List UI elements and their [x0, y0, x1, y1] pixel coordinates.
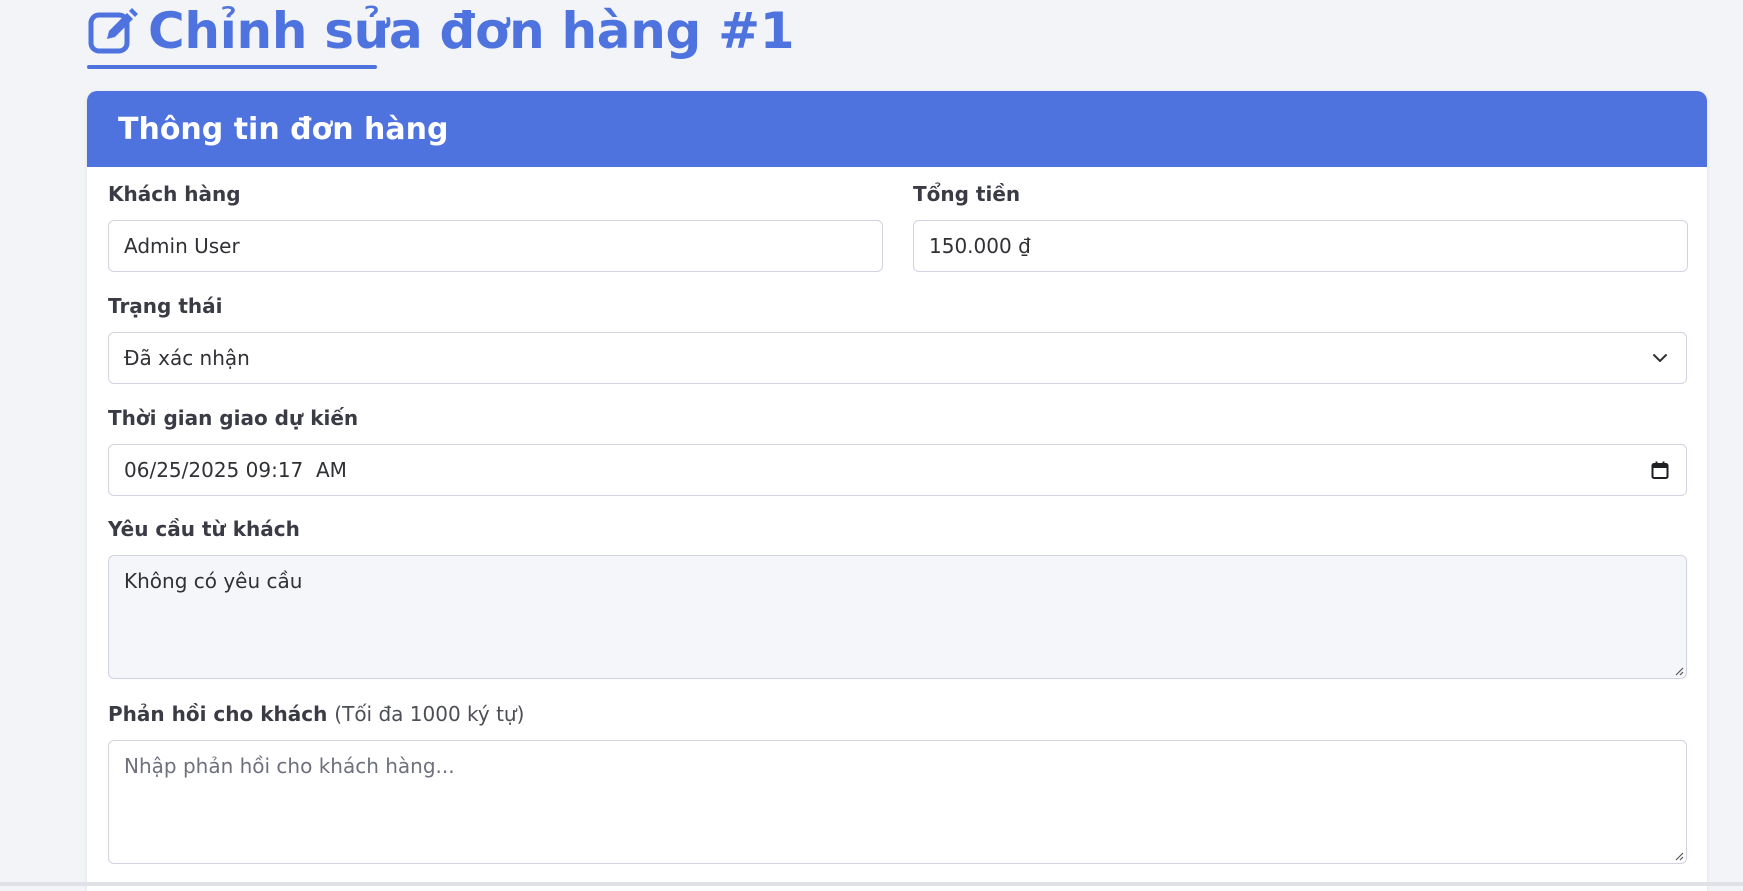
order-info-card: Thông tin đơn hàng Khách hàng Admin User… — [87, 91, 1707, 891]
customer-label: Khách hàng — [108, 182, 241, 206]
delivery-time-value: 06/25/2025 09:17 AM — [124, 458, 347, 482]
response-group: Phản hồi cho khách (Tối đa 1000 ký tự) N… — [108, 701, 1687, 864]
total-group: Tổng tiền 150.000 ₫ — [913, 181, 1688, 272]
status-group: Trạng thái Đã xác nhận — [108, 293, 1687, 384]
response-label-hint: (Tối đa 1000 ký tự) — [334, 702, 525, 726]
total-field[interactable]: 150.000 ₫ — [913, 220, 1688, 272]
calendar-icon[interactable] — [1650, 460, 1670, 480]
status-label: Trạng thái — [108, 294, 223, 318]
customer-value: Admin User — [124, 234, 240, 258]
response-textarea[interactable]: Nhập phản hồi cho khách hàng... — [108, 740, 1687, 864]
customer-request-textarea: Không có yêu cầu — [108, 555, 1687, 679]
edit-icon — [88, 8, 138, 54]
customer-request-value: Không có yêu cầu — [124, 569, 303, 593]
total-label: Tổng tiền — [913, 182, 1021, 206]
response-label-text: Phản hồi cho khách — [108, 702, 328, 726]
delivery-time-label: Thời gian giao dự kiến — [108, 406, 359, 430]
card-header-title: Thông tin đơn hàng — [118, 111, 449, 147]
customer-field[interactable]: Admin User — [108, 220, 883, 272]
response-label: Phản hồi cho khách (Tối đa 1000 ký tự) — [108, 701, 1687, 727]
customer-group: Khách hàng Admin User — [108, 181, 883, 272]
card-header: Thông tin đơn hàng — [87, 91, 1707, 167]
delivery-time-group: Thời gian giao dự kiến 06/25/2025 09:17 … — [108, 405, 1687, 496]
horizontal-scrollbar[interactable] — [0, 882, 1743, 886]
customer-request-group: Yêu cầu từ khách Không có yêu cầu — [108, 516, 1687, 679]
status-select[interactable]: Đã xác nhận — [108, 332, 1687, 384]
resize-handle-icon[interactable] — [1674, 851, 1684, 861]
customer-request-label: Yêu cầu từ khách — [108, 517, 300, 541]
total-value: 150.000 ₫ — [929, 234, 1031, 258]
response-placeholder: Nhập phản hồi cho khách hàng... — [124, 754, 455, 778]
status-selected-value: Đã xác nhận — [124, 346, 250, 370]
chevron-down-icon — [1653, 354, 1667, 362]
title-underline — [87, 65, 377, 69]
page-title: Chỉnh sửa đơn hàng #1 — [87, 2, 795, 60]
resize-handle-icon[interactable] — [1674, 666, 1684, 676]
form-row-customer-total: Khách hàng Admin User Tổng tiền 150.000 … — [108, 181, 1688, 272]
page-title-text: Chỉnh sửa đơn hàng #1 — [148, 2, 795, 60]
delivery-time-input[interactable]: 06/25/2025 09:17 AM — [108, 444, 1687, 496]
